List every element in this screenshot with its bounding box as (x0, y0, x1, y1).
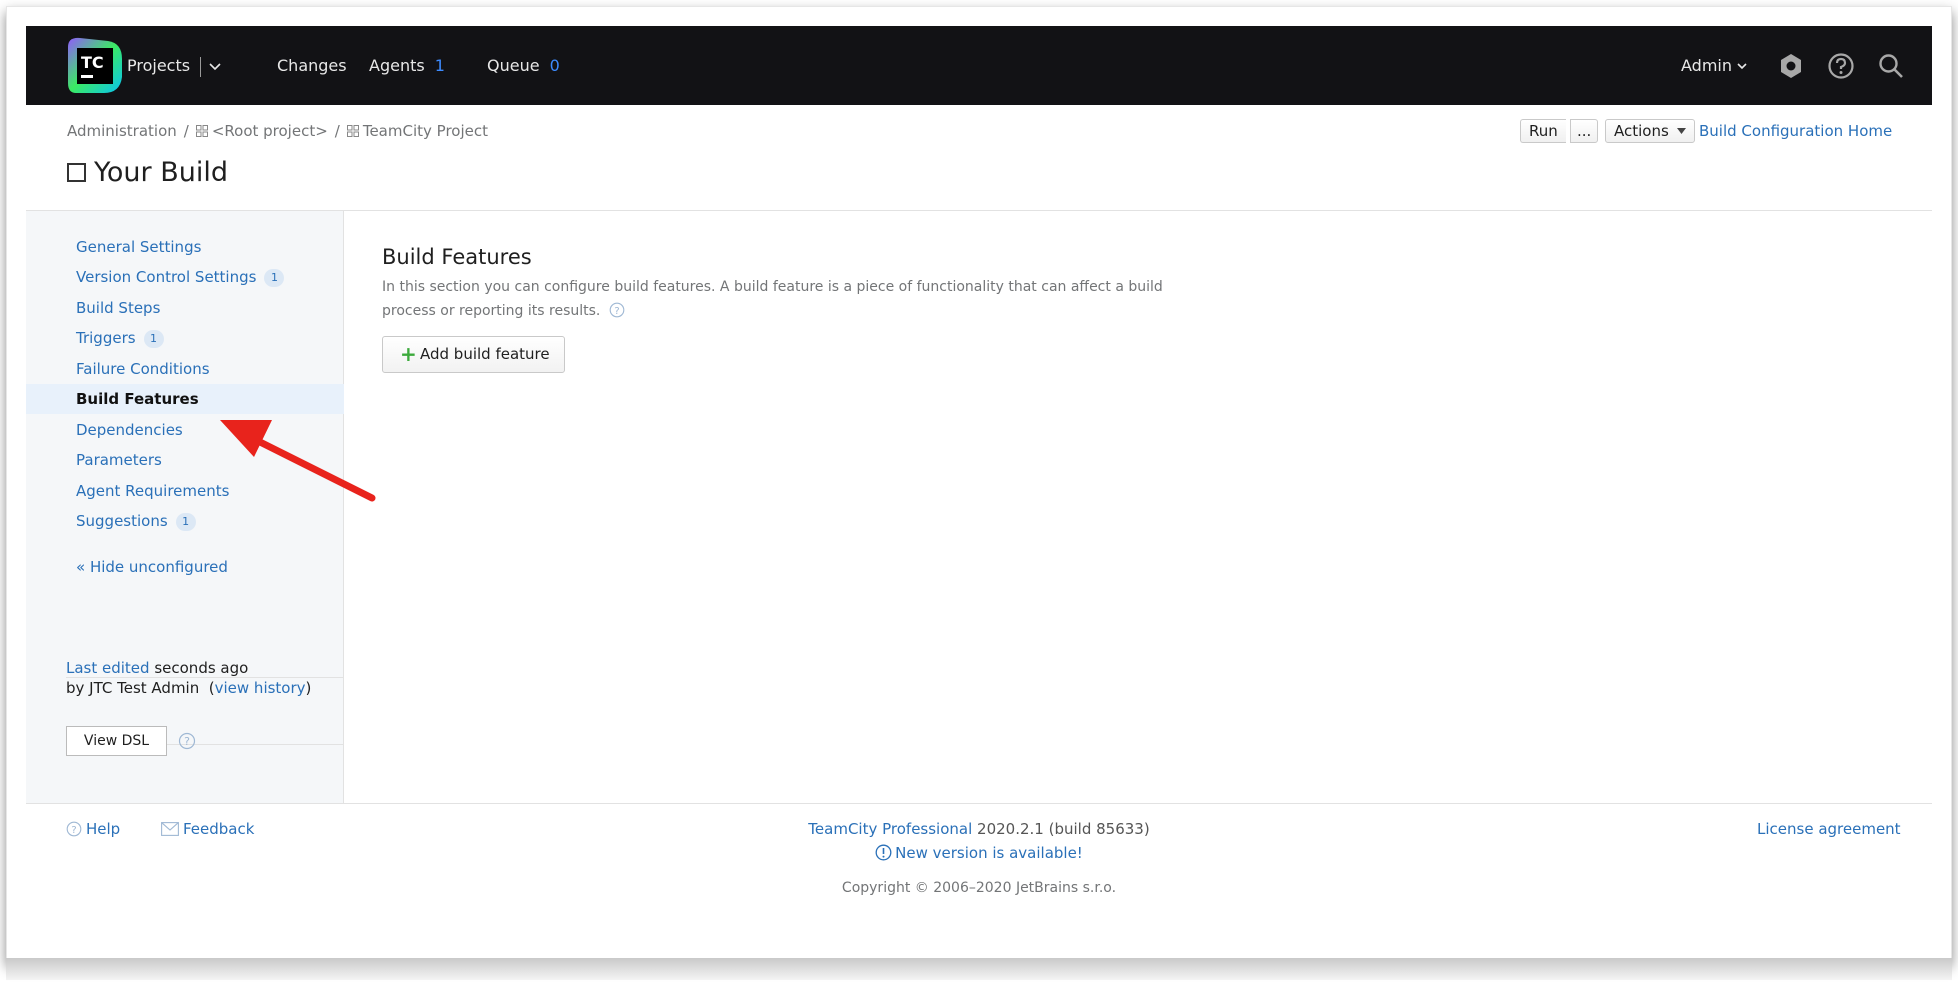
top-navigation-bar: TC Projects Changes Agents 1 Queue 0 Admin (26, 26, 1932, 105)
sidebar-item-triggers[interactable]: Triggers 1 (26, 323, 344, 353)
svg-text:?: ? (184, 735, 190, 748)
sidebar-item-version-control-settings[interactable]: Version Control Settings 1 (26, 262, 344, 292)
run-custom-button[interactable]: ... (1570, 119, 1599, 143)
caret-down-icon (1676, 128, 1686, 134)
sidebar-item-label: Agent Requirements (76, 482, 230, 500)
info-exclamation-icon (875, 844, 892, 861)
new-version-label: New version is available! (895, 844, 1083, 862)
settings-sidebar: General Settings Version Control Setting… (26, 211, 344, 803)
plus-icon: + (400, 342, 417, 366)
user-name: Admin (1681, 56, 1732, 75)
hide-unconfigured-link[interactable]: « Hide unconfigured (26, 552, 344, 582)
logo-text: TC (81, 53, 104, 72)
build-type-icon (67, 163, 86, 182)
last-edited-link[interactable]: Last edited (66, 659, 150, 677)
help-icon[interactable]: ? (609, 302, 625, 318)
breadcrumb: Administration / <Root project> / TeamCity P… (67, 122, 488, 140)
product-link[interactable]: TeamCity Professional (808, 820, 972, 838)
teamcity-logo-icon[interactable]: TC (64, 35, 126, 97)
sidebar-item-failure-conditions[interactable]: Failure Conditions (26, 354, 344, 384)
version-text: 2020.2.1 (build 85633) (977, 820, 1150, 838)
breadcrumb-teamcity-project[interactable]: TeamCity Project (363, 122, 488, 140)
sidebar-item-label: Suggestions (76, 512, 168, 530)
help-icon[interactable]: ? (178, 732, 196, 750)
sidebar-item-agent-requirements[interactable]: Agent Requirements (26, 476, 344, 506)
add-build-feature-label: Add build feature (420, 345, 550, 363)
breadcrumb-separator: / (334, 122, 340, 140)
breadcrumb-separator: / (183, 122, 189, 140)
license-agreement-link[interactable]: License agreement (1757, 820, 1901, 838)
sidebar-item-label: Build Features (76, 390, 199, 408)
svg-text:?: ? (614, 306, 619, 317)
sidebar-item-label: General Settings (76, 238, 202, 256)
breadcrumb-root-project[interactable]: <Root project> (212, 122, 328, 140)
footer-divider (26, 803, 1932, 804)
sidebar-item-label: Dependencies (76, 421, 183, 439)
queue-count: 0 (549, 56, 560, 75)
project-grid-icon (346, 125, 359, 137)
chevron-down-icon[interactable] (209, 62, 221, 71)
nav-changes[interactable]: Changes (277, 26, 347, 105)
count-badge: 1 (175, 513, 196, 531)
sidebar-item-label: Failure Conditions (76, 360, 210, 378)
section-title: Build Features (382, 245, 532, 269)
sidebar-item-build-features[interactable]: Build Features (26, 384, 344, 414)
teamcity-app: TC Projects Changes Agents 1 Queue 0 Admin (26, 26, 1932, 934)
agents-count: 1 (434, 56, 445, 75)
new-version-notice[interactable]: New version is available! (26, 844, 1932, 862)
nav-agents[interactable]: Agents 1 (369, 26, 445, 105)
edited-by: by JTC Test Admin (66, 679, 200, 697)
actions-dropdown[interactable]: Actions (1605, 119, 1695, 143)
user-menu[interactable]: Admin (1681, 26, 1747, 105)
sidebar-item-build-steps[interactable]: Build Steps (26, 293, 344, 323)
sidebar-item-dependencies[interactable]: Dependencies (26, 415, 344, 445)
license-label: License agreement (1757, 820, 1901, 838)
build-configuration-home-link[interactable]: Build Configuration Home (1699, 122, 1892, 140)
sidebar-item-suggestions[interactable]: Suggestions 1 (26, 506, 344, 536)
section-description: In this section you can configure build … (382, 275, 1202, 323)
count-badge: 1 (143, 330, 164, 348)
nav-projects[interactable]: Projects (127, 26, 221, 105)
sidebar-item-label: Parameters (76, 451, 162, 469)
last-edited-time: seconds ago (154, 659, 249, 677)
nav-agents-label: Agents (369, 56, 425, 75)
nav-projects-label: Projects (127, 56, 191, 75)
search-icon[interactable] (1876, 51, 1906, 81)
frame-shadow (6, 958, 1952, 980)
view-dsl-button[interactable]: View DSL (66, 726, 167, 756)
sidebar-item-general-settings[interactable]: General Settings (26, 232, 344, 262)
nav-queue-label: Queue (487, 56, 540, 75)
project-grid-icon (195, 125, 208, 137)
sidebar-item-label: Build Steps (76, 299, 161, 317)
breadcrumb-administration[interactable]: Administration (67, 122, 177, 140)
administration-gear-icon[interactable] (1776, 51, 1806, 81)
copyright: Copyright © 2006–2020 JetBrains s.r.o. (841, 880, 1117, 896)
sidebar-item-parameters[interactable]: Parameters (26, 445, 344, 475)
actions-label: Actions (1614, 122, 1669, 140)
footer-version: TeamCity Professional 2020.2.1 (build 85… (26, 820, 1932, 838)
section-description-text: In this section you can configure build … (382, 279, 1163, 319)
last-edited-info: Last edited seconds ago by JTC Test Admi… (66, 659, 312, 697)
run-button[interactable]: Run (1520, 119, 1566, 143)
view-history-link[interactable]: view history (215, 679, 306, 697)
sidebar-item-label: Version Control Settings (76, 268, 257, 286)
help-icon[interactable] (1826, 51, 1856, 81)
nav-separator (200, 56, 202, 77)
sidebar-item-label: Triggers (76, 329, 136, 347)
page-title-row: Your Build (67, 157, 228, 188)
add-build-feature-button[interactable]: + Add build feature (382, 336, 565, 373)
chevron-down-icon (1737, 63, 1747, 70)
nav-queue[interactable]: Queue 0 (487, 26, 560, 105)
page-title: Your Build (94, 157, 228, 188)
count-badge: 1 (264, 269, 285, 287)
